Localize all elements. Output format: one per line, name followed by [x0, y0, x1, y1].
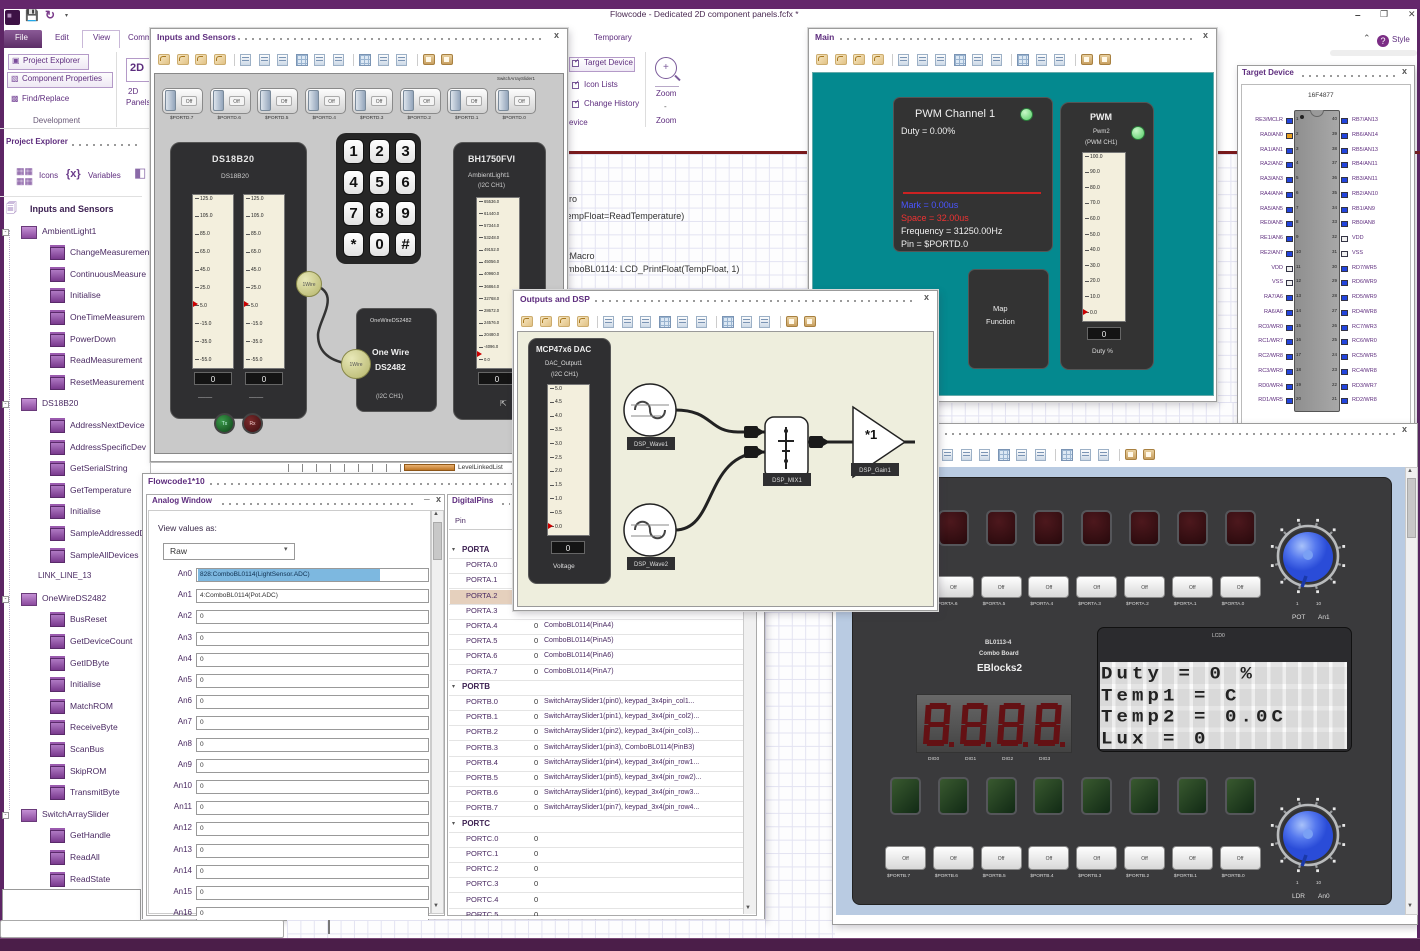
svg-text:*1: *1: [865, 427, 877, 442]
svg-text:DSP_MIX1: DSP_MIX1: [772, 478, 802, 484]
svg-text:DSP_Wave2: DSP_Wave2: [634, 562, 669, 568]
svg-text:DSP_Wave1: DSP_Wave1: [634, 442, 669, 448]
svg-text:DSP_Gain1: DSP_Gain1: [859, 468, 891, 474]
